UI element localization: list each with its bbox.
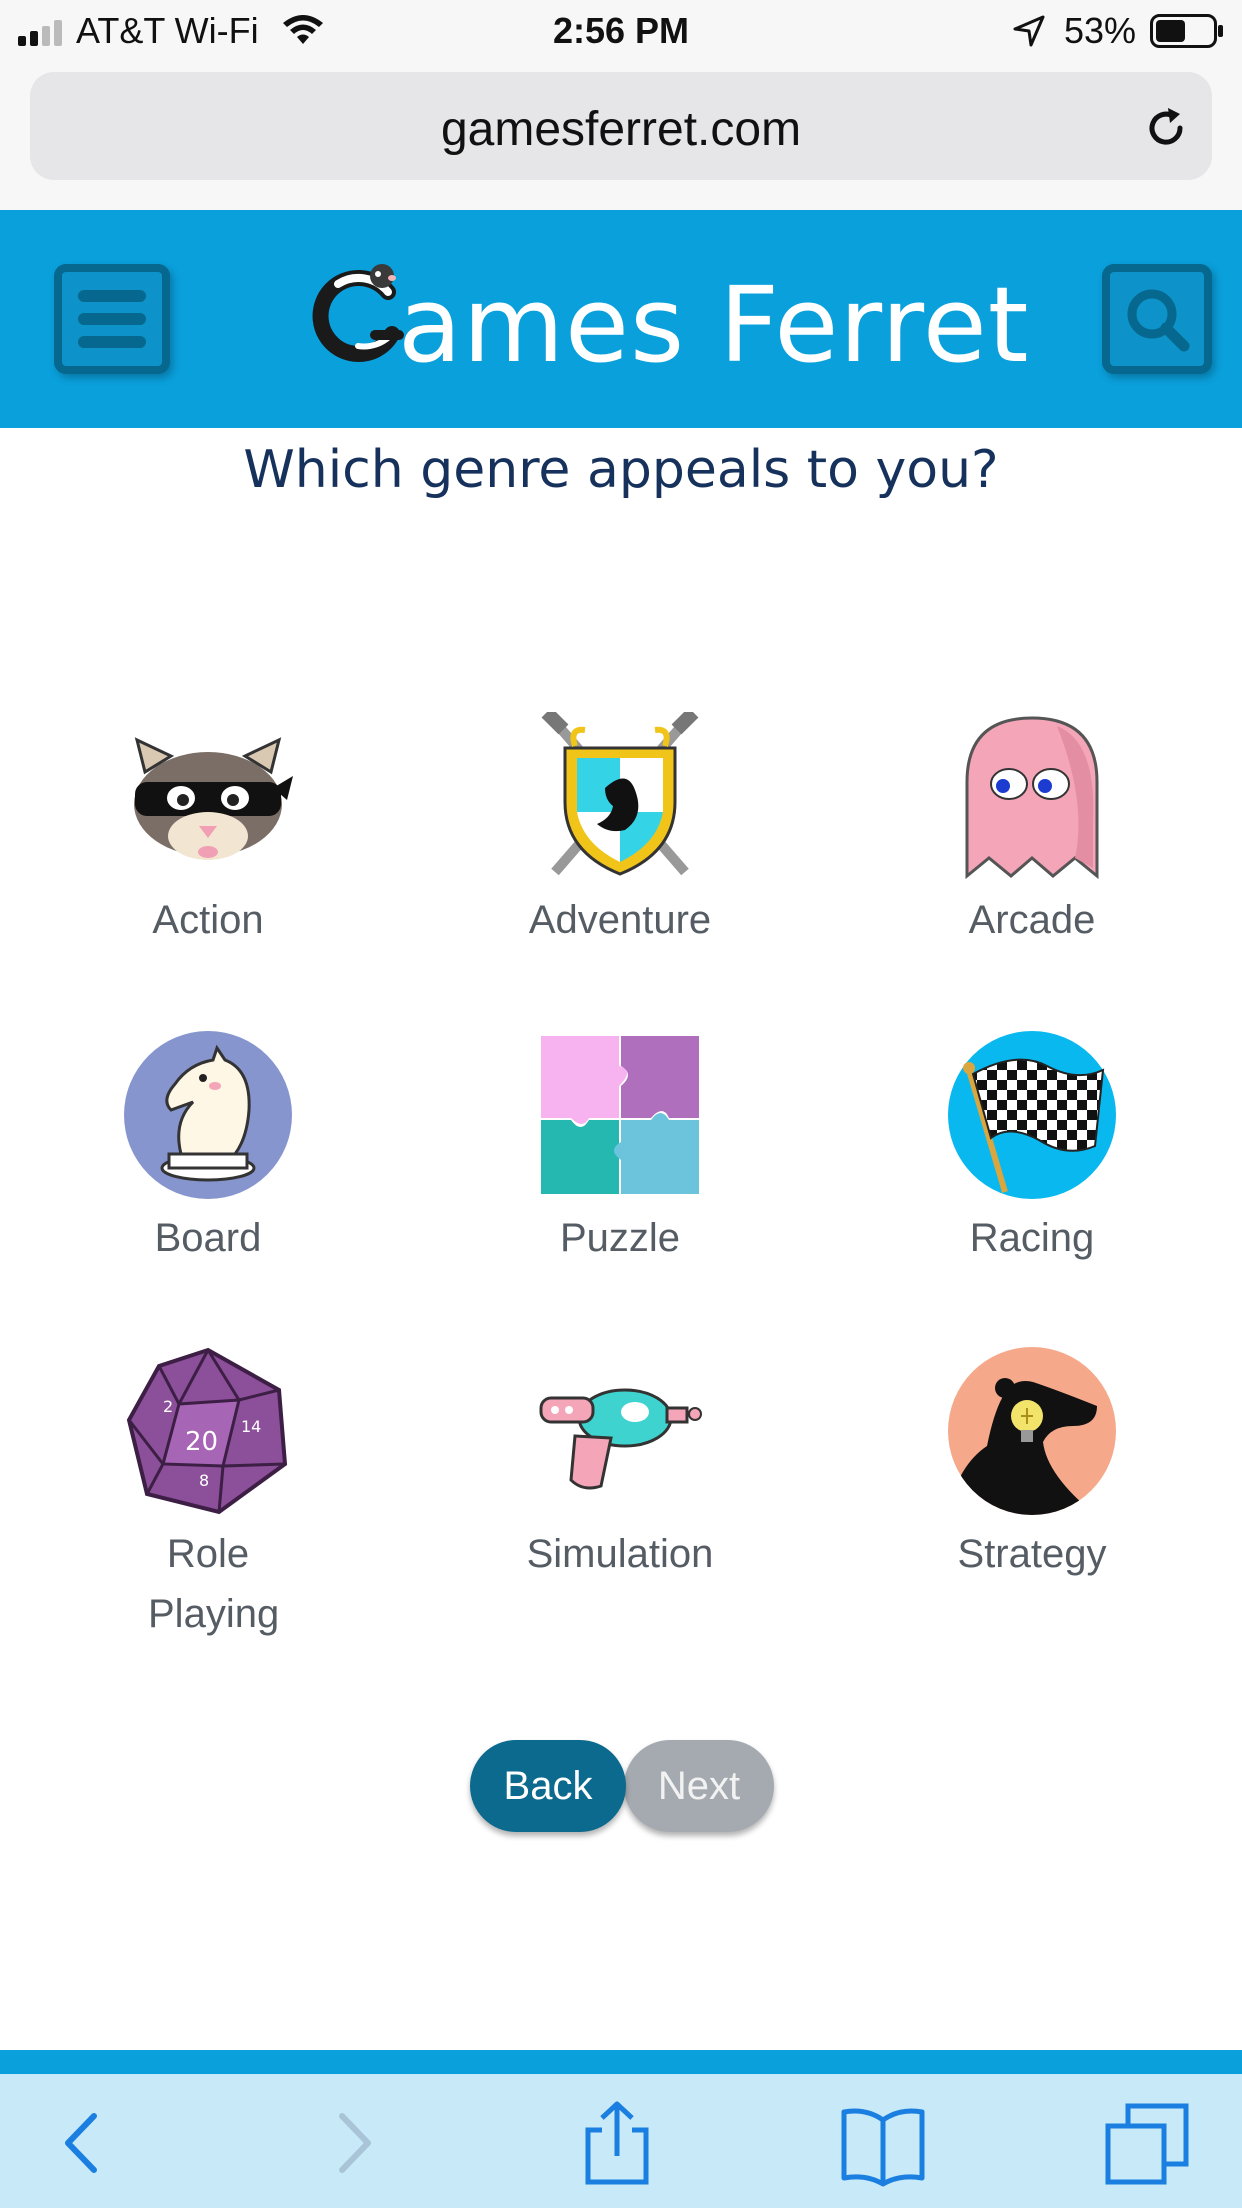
shield-swords-icon xyxy=(541,712,699,876)
svg-text:20: 20 xyxy=(185,1427,218,1457)
site-logo[interactable]: ames Ferret xyxy=(308,258,1029,386)
site-title: ames Ferret xyxy=(398,264,1030,386)
back-button[interactable]: Back xyxy=(470,1740,626,1832)
genre-board[interactable]: Board xyxy=(28,1030,388,1268)
ferret-lightbulb-icon xyxy=(948,1347,1116,1515)
browser-toolbar xyxy=(0,2074,1242,2208)
genre-action[interactable]: Action xyxy=(28,712,388,950)
menu-button[interactable] xyxy=(54,264,170,374)
checkered-flag-icon xyxy=(948,1031,1116,1199)
genre-label: Arcade xyxy=(968,898,1096,942)
puzzle-pieces-icon xyxy=(541,1036,699,1194)
address-bar[interactable]: gamesferret.com xyxy=(30,72,1212,180)
svg-text:2: 2 xyxy=(163,1397,173,1416)
clock: 2:56 PM xyxy=(552,10,690,51)
d20-dice-icon: 20 2 14 8 xyxy=(126,1347,288,1515)
ninja-ferret-icon xyxy=(134,737,293,860)
status-bar: AT&T Wi-Fi 2:56 PM 53% xyxy=(0,0,1242,62)
battery-percent: 53% xyxy=(1064,10,1137,51)
ray-gun-icon xyxy=(539,1388,702,1490)
genre-label: Role Playing xyxy=(148,1532,280,1636)
genre-label: Action xyxy=(152,898,264,942)
site-header: ames Ferret xyxy=(0,210,1242,428)
battery-icon xyxy=(1150,14,1223,48)
genre-strategy[interactable]: Strategy xyxy=(852,1346,1212,1584)
genre-label: Puzzle xyxy=(559,1216,681,1260)
menu-icon xyxy=(78,290,146,348)
search-icon xyxy=(1127,289,1190,352)
bookmarks-icon[interactable] xyxy=(838,2098,928,2188)
page-question: Which genre appeals to you? xyxy=(243,440,999,500)
genre-label: Racing xyxy=(969,1216,1095,1260)
chess-knight-icon xyxy=(124,1031,292,1199)
browser-top-bar: gamesferret.com xyxy=(0,62,1242,210)
next-button[interactable]: Next xyxy=(624,1740,774,1832)
genre-label: Strategy xyxy=(957,1532,1107,1576)
site-footer-stripe xyxy=(0,2050,1242,2074)
forward-arrow-icon[interactable] xyxy=(310,2098,400,2188)
share-icon[interactable] xyxy=(572,2098,662,2188)
svg-text:14: 14 xyxy=(241,1417,261,1436)
ghost-icon xyxy=(965,716,1099,880)
genre-label: Simulation xyxy=(526,1532,714,1576)
back-arrow-icon[interactable] xyxy=(36,2098,126,2188)
tabs-icon[interactable] xyxy=(1102,2098,1192,2188)
genre-adventure[interactable]: Adventure xyxy=(440,712,800,950)
genre-role-playing[interactable]: 20 2 14 8 Role Playing xyxy=(28,1346,388,1644)
ferret-logo-icon xyxy=(312,264,404,362)
svg-text:8: 8 xyxy=(199,1471,209,1490)
genre-label: Adventure xyxy=(528,898,712,942)
reload-icon[interactable] xyxy=(1142,104,1190,152)
genre-arcade[interactable]: Arcade xyxy=(852,712,1212,950)
genre-simulation[interactable]: Simulation xyxy=(440,1346,800,1584)
location-arrow-icon xyxy=(1013,15,1045,47)
genre-puzzle[interactable]: Puzzle xyxy=(440,1030,800,1268)
url-text[interactable]: gamesferret.com xyxy=(30,102,1212,157)
genre-racing[interactable]: Racing xyxy=(852,1030,1212,1268)
search-button[interactable] xyxy=(1102,264,1212,374)
genre-label: Board xyxy=(154,1216,262,1260)
